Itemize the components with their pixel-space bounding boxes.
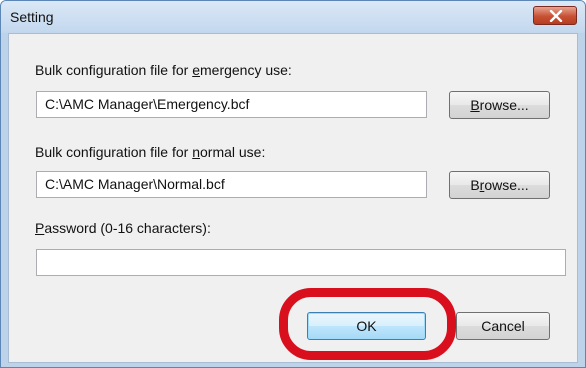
dialog-title: Setting <box>10 9 54 25</box>
emergency-file-input[interactable]: C:\AMC Manager\Emergency.bcf <box>36 91 427 118</box>
close-icon <box>549 10 563 22</box>
browse-normal-button[interactable]: Br owse... <box>449 171 550 199</box>
cancel-button[interactable]: Cancel <box>456 312 550 340</box>
dialog-body: Bulk configuration file for emergency us… <box>8 33 578 363</box>
emergency-file-label: Bulk configuration file for emergency us… <box>35 62 292 78</box>
setting-dialog: Setting Bulk configuration file for emer… <box>0 0 586 368</box>
normal-file-input[interactable]: C:\AMC Manager\Normal.bcf <box>36 171 427 198</box>
password-input[interactable] <box>36 249 566 276</box>
title-bar[interactable]: Setting <box>1 1 585 33</box>
normal-file-label: Bulk configuration file for normal use: <box>35 144 266 160</box>
password-label: Password (0-16 characters): <box>35 220 211 236</box>
close-button[interactable] <box>533 6 577 25</box>
browse-emergency-button[interactable]: Browse... <box>449 91 550 119</box>
ok-button[interactable]: OK <box>307 312 426 340</box>
